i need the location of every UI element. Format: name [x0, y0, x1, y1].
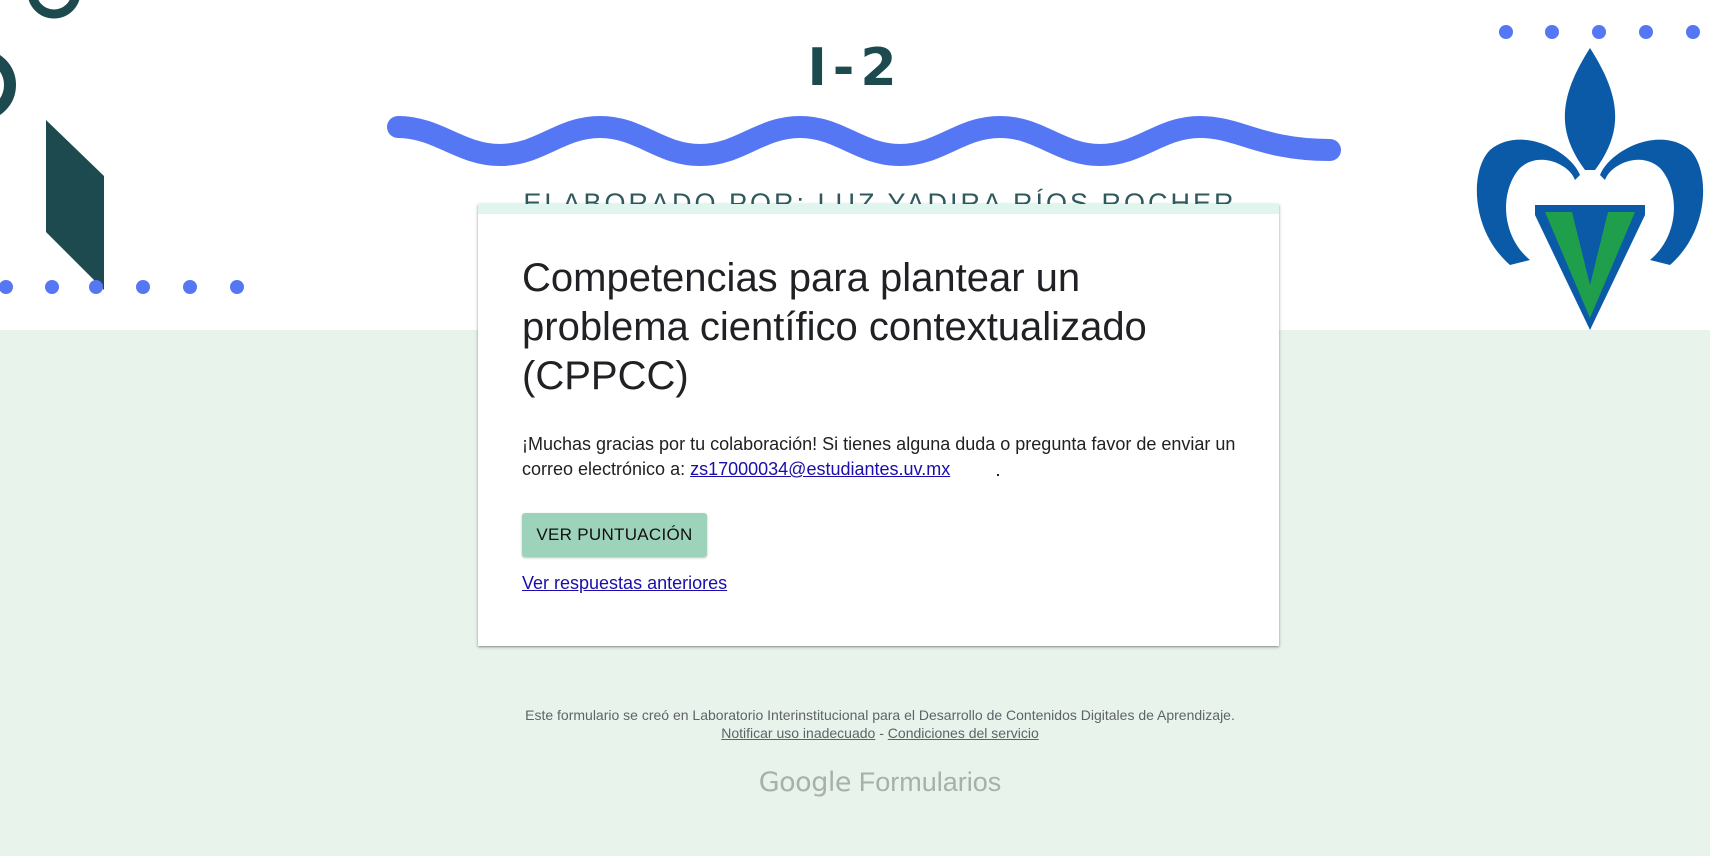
confirmation-card: Competencias para plantear un problema c… [478, 204, 1279, 646]
footer-links: Notificar uso inadecuado - Condiciones d… [0, 724, 1710, 743]
previous-responses-link[interactable]: Ver respuestas anteriores [522, 573, 727, 594]
card-accent [478, 204, 1279, 214]
brand-product: Formularios [858, 767, 1002, 797]
footer-separator: - [875, 725, 888, 741]
form-title: Competencias para plantear un problema c… [522, 256, 1147, 398]
terms-link[interactable]: Condiciones del servicio [888, 725, 1039, 741]
view-score-button[interactable]: VER PUNTUACIÓN [522, 513, 707, 557]
report-abuse-link[interactable]: Notificar uso inadecuado [721, 725, 875, 741]
wave-decoration-icon [387, 115, 1341, 167]
dots-left-decoration [0, 280, 244, 294]
footer-creator-text: Este formulario se creó en Laboratorio I… [525, 707, 1235, 723]
google-forms-logo[interactable]: Google Formularios [0, 766, 1710, 798]
ring-decoration [28, 0, 80, 19]
dots-right-decoration [1499, 25, 1700, 39]
email-link[interactable]: zs17000034@estudiantes.uv.mx [690, 459, 950, 479]
confirmation-message: ¡Muchas gracias por tu colaboración! Si … [522, 432, 1242, 482]
stray-dot [997, 474, 999, 476]
brand-google: Google [758, 767, 852, 798]
banner-code: I-2 [807, 38, 903, 98]
